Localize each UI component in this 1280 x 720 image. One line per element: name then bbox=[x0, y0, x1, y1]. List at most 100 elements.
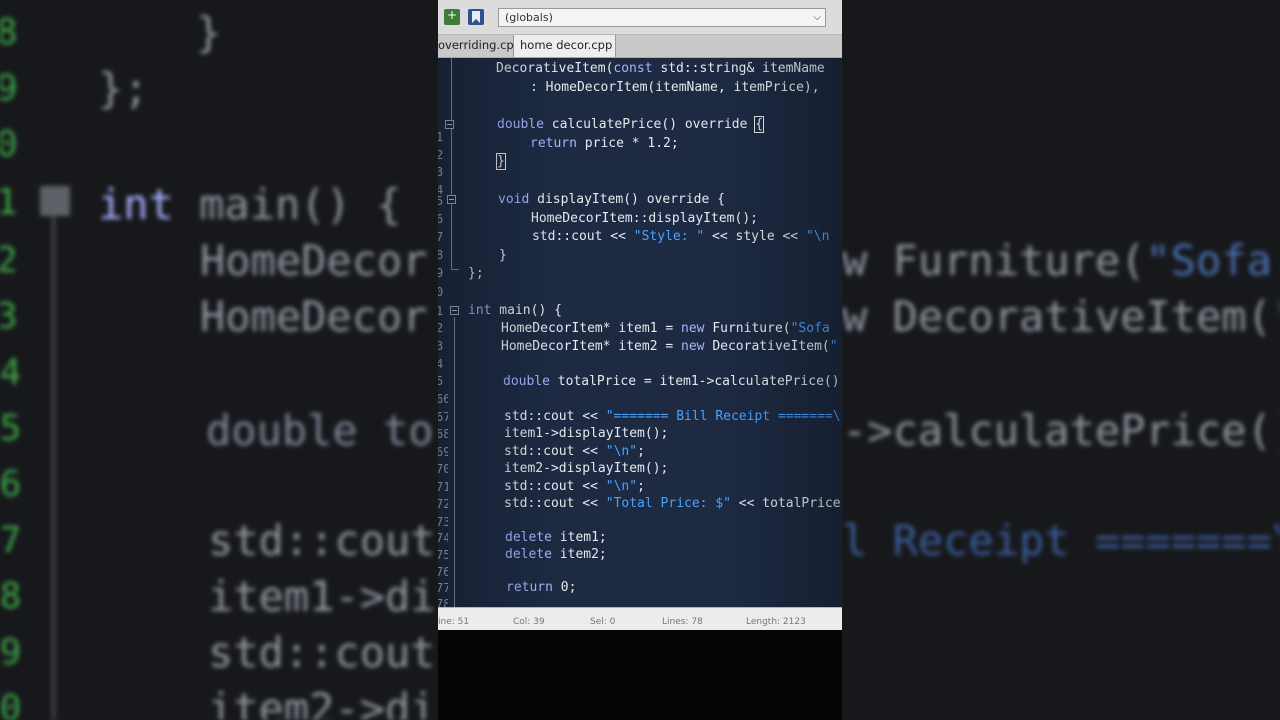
bg-line-number: 59 bbox=[0, 632, 22, 673]
tab-label: overriding.cpp bbox=[438, 38, 522, 52]
tab-bar: overriding.cpp home decor.cpp bbox=[438, 35, 842, 58]
line-number: 2 bbox=[438, 148, 444, 162]
bg-line-number: 56 bbox=[0, 464, 22, 505]
code-string: "Sofa bbox=[790, 321, 830, 336]
fold-toggle-icon[interactable] bbox=[447, 195, 456, 204]
code-keyword: return bbox=[506, 580, 553, 595]
bg-code-line: item2->di bbox=[208, 684, 436, 720]
bg-code-line: double to bbox=[206, 406, 434, 455]
bg-code-main: int main() { bbox=[98, 180, 401, 229]
bg-keyword: int bbox=[98, 180, 174, 229]
bg-string: " bbox=[1272, 292, 1280, 341]
new-file-button[interactable]: + bbox=[444, 8, 460, 25]
toolbar: + (globals) ⌵ bbox=[438, 0, 842, 35]
code-keyword: const bbox=[613, 61, 653, 76]
monitor-bezel bbox=[438, 630, 842, 720]
bg-line-number: 55 bbox=[0, 408, 22, 449]
code-text: DecorativeItem( bbox=[704, 339, 830, 354]
code-editor[interactable]: 1 2 3 4 5 6 7 8 9 0 1 2 3 4 5 66 67 68 6… bbox=[438, 58, 842, 607]
line-number: 6 bbox=[438, 212, 444, 226]
bookmark-icon bbox=[472, 11, 480, 23]
code-line: return 0; bbox=[506, 579, 576, 597]
chevron-down-icon: ⌵ bbox=[813, 12, 821, 23]
fold-toggle-icon[interactable] bbox=[445, 120, 454, 129]
code-keyword: double bbox=[497, 117, 544, 132]
scope-value: (globals) bbox=[505, 11, 553, 24]
scope-select[interactable]: (globals) ⌵ bbox=[498, 8, 826, 27]
plus-icon: + bbox=[447, 8, 458, 22]
code-text: totalPrice = item1->calculatePrice() bbox=[549, 374, 840, 389]
code-text: std::string& itemName bbox=[652, 61, 825, 76]
code-text: calculatePrice() override bbox=[543, 117, 756, 132]
code-line: : HomeDecorItem(itemName, itemPrice), bbox=[530, 80, 820, 95]
editor-window: + (globals) ⌵ overriding.cpp home decor.… bbox=[438, 0, 842, 720]
code-keyword: new bbox=[681, 339, 705, 354]
code-string: "\n bbox=[805, 229, 830, 244]
code-text: HomeDecorItem* item2 = bbox=[501, 339, 682, 354]
tab-overriding[interactable]: overriding.cpp bbox=[438, 35, 521, 57]
line-number: 74 bbox=[438, 531, 448, 545]
bg-code-line: ->calculatePrice() bbox=[842, 406, 1280, 455]
bg-code-text: main() { bbox=[173, 180, 402, 229]
code-line: std::cout << "======= Bill Receipt =====… bbox=[504, 408, 841, 426]
bg-line-number: 9 bbox=[0, 68, 18, 109]
code-text: displayItem() override { bbox=[529, 192, 725, 207]
code-text: std::cout << bbox=[504, 409, 606, 424]
bg-line-number: 0 bbox=[0, 124, 18, 165]
fold-guide-end bbox=[451, 269, 459, 270]
code-line: std::cout << "\n"; bbox=[504, 478, 645, 496]
line-number: 5 bbox=[438, 374, 444, 388]
code-text: std::cout << bbox=[532, 229, 634, 244]
line-number: 71 bbox=[438, 480, 448, 494]
line-number: 68 bbox=[438, 427, 448, 441]
bg-code-line: std::cout bbox=[208, 516, 436, 565]
bg-code-line: HomeDecor bbox=[200, 236, 428, 285]
code-text: price * 1.2; bbox=[576, 136, 679, 151]
code-text: item2; bbox=[551, 547, 607, 562]
bg-code-line: w DecorativeItem(" bbox=[842, 292, 1280, 341]
code-string: "Total Price: $" bbox=[605, 496, 731, 511]
bg-line-number: 70 bbox=[0, 688, 22, 720]
code-line: } bbox=[499, 248, 507, 263]
bg-code-semi: }; bbox=[98, 64, 149, 113]
bookmark-button[interactable] bbox=[468, 9, 484, 25]
bg-code-text: w Furniture( bbox=[842, 236, 1146, 285]
code-text: HomeDecorItem* item1 = bbox=[501, 321, 682, 336]
fold-toggle-icon[interactable] bbox=[450, 306, 459, 315]
code-text: 0; bbox=[552, 580, 577, 595]
code-string: "\n" bbox=[605, 444, 638, 459]
code-keyword: delete bbox=[505, 547, 552, 562]
line-number: 0 bbox=[438, 285, 444, 299]
bg-code-line: item1->di bbox=[208, 572, 436, 621]
code-text: ; bbox=[637, 479, 645, 494]
code-line: }; bbox=[468, 266, 484, 281]
line-number: 1 bbox=[438, 130, 444, 144]
tab-home-decor[interactable]: home decor.cpp bbox=[513, 35, 616, 57]
line-number: 69 bbox=[438, 445, 448, 459]
code-line: std::cout << "Style: " << style << "\n bbox=[532, 228, 829, 246]
code-text: << style << bbox=[704, 229, 806, 244]
code-text: << totalPrice bbox=[730, 496, 841, 511]
matching-brace: } bbox=[496, 153, 506, 170]
code-text: Furniture( bbox=[704, 321, 791, 336]
bg-code-text: w DecorativeItem( bbox=[842, 292, 1272, 341]
bg-code-brace: } bbox=[196, 8, 222, 57]
bg-code-line: w Furniture("Sofa bbox=[842, 236, 1272, 285]
code-string: "\n" bbox=[605, 479, 638, 494]
code-line: return price * 1.2; bbox=[530, 135, 679, 153]
code-keyword: delete bbox=[505, 530, 552, 545]
code-line: std::cout << "Total Price: $" << totalPr… bbox=[504, 495, 841, 513]
code-keyword: int bbox=[468, 303, 492, 318]
line-number: 2 bbox=[438, 321, 444, 335]
bg-line-number: 58 bbox=[0, 576, 22, 617]
tab-label: home decor.cpp bbox=[520, 38, 613, 52]
code-text: item1; bbox=[551, 530, 607, 545]
code-text: main() { bbox=[491, 303, 562, 318]
line-number: 7 bbox=[438, 230, 444, 244]
bg-line-number: 2 bbox=[0, 240, 18, 281]
bg-code-line: l Receipt =======\ bbox=[842, 516, 1280, 565]
code-line: int main() { bbox=[468, 302, 562, 320]
line-number: 4 bbox=[438, 357, 444, 371]
code-line: HomeDecorItem* item2 = new DecorativeIte… bbox=[501, 338, 838, 356]
line-number: 67 bbox=[438, 410, 448, 424]
